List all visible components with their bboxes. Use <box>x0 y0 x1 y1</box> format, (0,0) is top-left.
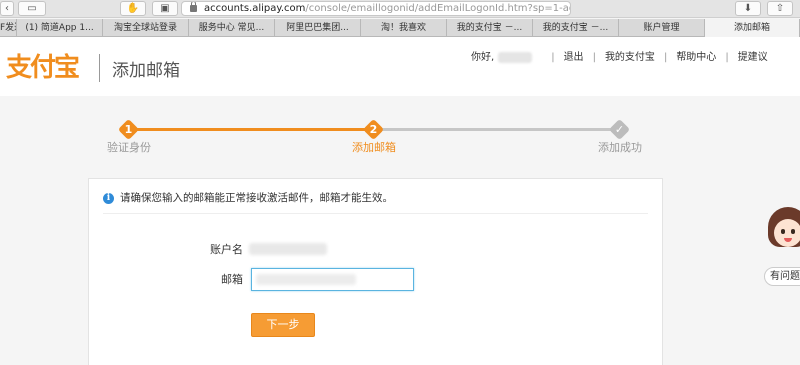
tab-0[interactable]: F发过 <box>0 19 17 37</box>
alipay-logo[interactable]: 支付宝 <box>6 52 80 84</box>
email-label: 邮箱 <box>221 273 243 286</box>
page-title: 添加邮箱 <box>112 61 180 81</box>
step-line-pending <box>373 128 620 131</box>
logout-link[interactable]: 退出 <box>564 51 584 65</box>
url-host: accounts.alipay.com <box>204 3 306 14</box>
email-value-blurred <box>256 274 356 285</box>
step-2-marker: 2 <box>362 118 385 141</box>
my-alipay-link[interactable]: 我的支付宝 <box>605 51 655 65</box>
step-1-marker: 1 <box>117 118 140 141</box>
check-icon: ✓ <box>614 123 625 136</box>
help-avatar-icon[interactable] <box>768 207 800 251</box>
step-3-marker: ✓ <box>608 118 631 141</box>
url-path: /console/emaillogonid/addEmailLogonId.ht… <box>305 3 571 14</box>
tab-4[interactable]: 阿里巴巴集团... <box>275 19 361 37</box>
next-step-button[interactable]: 下一步 <box>251 313 315 337</box>
extension-icon[interactable]: ✋ <box>120 1 146 16</box>
lock-icon <box>190 2 197 12</box>
tab-1[interactable]: (1) 简道App 1... <box>17 19 103 37</box>
back-button[interactable]: ‹ <box>0 1 14 16</box>
tab-9[interactable]: 添加邮箱 <box>705 19 800 37</box>
tab-3[interactable]: 服务中心 常见... <box>189 19 275 37</box>
tab-bar: F发过 (1) 简道App 1... 淘宝全球站登录 服务中心 常见... 阿里… <box>0 19 800 37</box>
help-bubble[interactable]: 有问题 <box>764 267 800 286</box>
site-header: 支付宝 添加邮箱 你好, | 退出 | 我的支付宝 | 帮助中心 | 提建议 <box>0 37 800 96</box>
address-bar[interactable]: accounts.alipay.com/console/emaillogonid… <box>181 1 571 16</box>
email-input[interactable] <box>251 268 414 291</box>
help-center-link[interactable]: 帮助中心 <box>676 51 716 65</box>
logo-divider <box>99 54 100 82</box>
notice-bar: i 请确保您输入的邮箱能正常接收激活邮件，邮箱才能生效。 <box>103 191 648 214</box>
step-3-label: 添加成功 <box>598 141 642 154</box>
browser-toolbar: ‹ ▭ ✋ ▣ accounts.alipay.com/console/emai… <box>0 0 800 18</box>
tab-7[interactable]: 我的支付宝 －... <box>533 19 619 37</box>
greeting: 你好, <box>471 52 495 63</box>
tab-6[interactable]: 我的支付宝 －... <box>447 19 533 37</box>
add-email-card: i 请确保您输入的邮箱能正常接收激活邮件，邮箱才能生效。 账户名 邮箱 下一步 <box>88 178 663 365</box>
notice-text: 请确保您输入的邮箱能正常接收激活邮件，邮箱才能生效。 <box>120 192 393 204</box>
download-icon[interactable]: ⬇ <box>735 1 761 16</box>
sidebar-toggle-icon[interactable]: ▭ <box>18 1 46 16</box>
tab-5[interactable]: 淘！我喜欢 <box>361 19 447 37</box>
info-icon: i <box>103 193 114 204</box>
step-1-label: 验证身份 <box>107 141 151 154</box>
account-label: 账户名 <box>210 243 243 256</box>
tab-2[interactable]: 淘宝全球站登录 <box>103 19 189 37</box>
page: 支付宝 添加邮箱 你好, | 退出 | 我的支付宝 | 帮助中心 | 提建议 1 2 ✓ 验证身… <box>0 37 800 365</box>
reader-icon[interactable]: ▣ <box>152 1 178 16</box>
step-2-label: 添加邮箱 <box>352 141 396 154</box>
account-value-blurred <box>249 243 327 255</box>
share-icon[interactable]: ⇧ <box>767 1 793 16</box>
user-nav: 你好, | 退出 | 我的支付宝 | 帮助中心 | 提建议 <box>471 51 768 65</box>
step-line-done <box>128 128 373 131</box>
username-blurred <box>498 51 533 63</box>
feedback-link[interactable]: 提建议 <box>738 51 768 65</box>
tab-8[interactable]: 账户管理 <box>619 19 705 37</box>
